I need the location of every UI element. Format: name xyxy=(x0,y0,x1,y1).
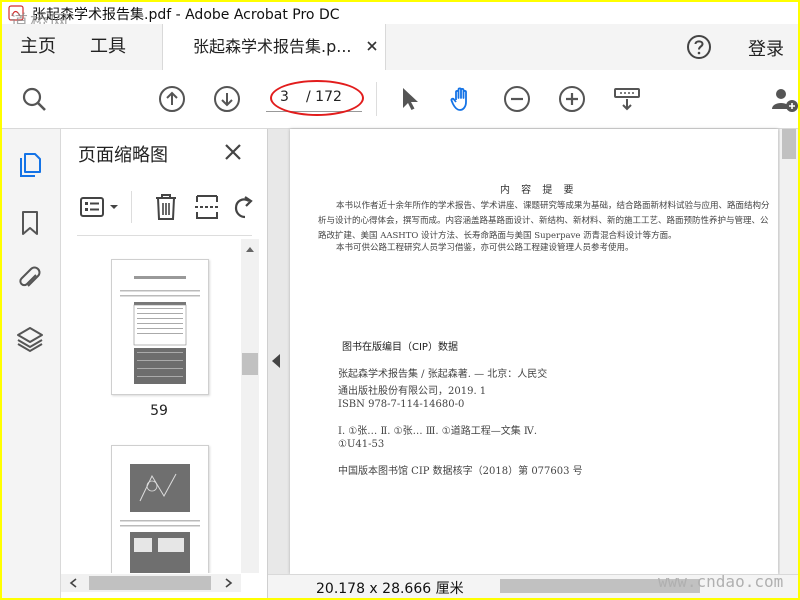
collapse-panel-arrow-icon[interactable] xyxy=(272,354,280,368)
panel-toolbar-divider xyxy=(131,191,132,223)
login-button[interactable]: 登录 xyxy=(748,24,784,76)
attachment-icon[interactable] xyxy=(16,265,44,293)
tab-document[interactable]: 张起森学术报告集.p... xyxy=(162,24,386,71)
thumbnail-scroll-thumb[interactable] xyxy=(242,353,258,375)
panel-title: 页面缩略图 xyxy=(78,145,168,166)
rotate-icon[interactable] xyxy=(231,193,255,221)
cip-line: ISBN 978-7-114-14680-0 xyxy=(338,399,465,410)
close-panel-icon[interactable] xyxy=(223,142,243,162)
acrobat-window: 张起森学术报告集.pdf - Adobe Acrobat Pro DC 道桥网 … xyxy=(2,2,798,598)
thumbnail-vertical-scrollbar[interactable] xyxy=(241,239,259,573)
hand-tool-icon[interactable] xyxy=(448,85,476,113)
tab-tools[interactable]: 工具 xyxy=(90,24,126,70)
close-tab-icon[interactable] xyxy=(365,39,379,53)
page-dimensions: 20.178 x 28.666 厘米 xyxy=(316,581,464,597)
abstract-paragraph-2: 本书可供公路工程研究人员学习借鉴，亦可供公路工程建设管理人员参考使用。 xyxy=(336,243,634,253)
thumbnail-list[interactable]: 59 xyxy=(61,239,267,573)
zoom-search-icon[interactable] xyxy=(20,85,48,113)
tab-home[interactable]: 主页 xyxy=(20,24,56,70)
extract-pages-icon[interactable] xyxy=(193,192,221,222)
thumbnail-page-60-preview xyxy=(120,464,200,573)
pdf-page: 内 容 提 要 本书以作者近十余年所作的学术报告、学术讲座、课题研究等成果为基础… xyxy=(290,129,778,574)
cip-line: ①U41-53 xyxy=(338,439,385,450)
scroll-right-icon[interactable] xyxy=(225,578,233,588)
highlight-ellipse xyxy=(270,80,364,116)
document-viewer[interactable]: 内 容 提 要 本书以作者近十余年所作的学术报告、学术讲座、课题研究等成果为基础… xyxy=(268,129,798,574)
thumbnail-page-59-preview xyxy=(120,276,200,384)
previous-page-icon[interactable] xyxy=(158,85,186,113)
thumbnail-page-60[interactable] xyxy=(111,445,209,573)
page-display-icon[interactable] xyxy=(613,85,641,113)
toolbar: 3 / 172 xyxy=(2,70,798,129)
chevron-down-icon[interactable] xyxy=(109,203,119,211)
title-bar: 张起森学术报告集.pdf - Adobe Acrobat Pro DC xyxy=(2,2,798,25)
tab-document-label: 张起森学术报告集.p... xyxy=(193,37,352,56)
thumbnail-label: 59 xyxy=(150,403,168,419)
thumbnail-page-59[interactable] xyxy=(111,259,209,395)
thumbnail-horizontal-scrollbar[interactable] xyxy=(61,574,241,592)
layers-icon[interactable] xyxy=(16,325,44,353)
cip-line: 中国版本图书馆 CIP 数据核字（2018）第 077603 号 xyxy=(338,466,583,477)
tab-bar: 主页 工具 张起森学术报告集.p... 登录 xyxy=(2,24,798,71)
panel-toolbar xyxy=(61,183,267,233)
page-thumbnails-icon[interactable] xyxy=(16,151,44,179)
toolbar-divider xyxy=(376,82,377,116)
abstract-title: 内 容 提 要 xyxy=(500,185,578,196)
cip-line: 张起森学术报告集 / 张起森著. — 北京：人民交 xyxy=(338,369,548,380)
select-arrow-icon[interactable] xyxy=(396,85,424,113)
scroll-left-icon[interactable] xyxy=(69,578,77,588)
panel-divider xyxy=(77,235,252,236)
abstract-paragraph-1: 本书以作者近十余年所作的学术报告、学术讲座、课题研究等成果为基础，结合路面新材料… xyxy=(318,201,770,241)
bookmark-icon[interactable] xyxy=(16,209,44,237)
delete-icon[interactable] xyxy=(153,192,179,222)
thumbnail-hscroll-thumb[interactable] xyxy=(89,576,211,590)
cip-line: Ⅰ. ①张… Ⅱ. ①张… Ⅲ. ①道路工程—文集 Ⅳ. xyxy=(338,426,538,437)
cip-title: 图书在版编目（CIP）数据 xyxy=(342,342,458,353)
navigation-rail xyxy=(2,129,61,598)
options-menu-icon[interactable] xyxy=(79,193,107,221)
share-user-icon[interactable] xyxy=(770,85,798,113)
zoom-in-icon[interactable] xyxy=(558,85,586,113)
zoom-out-icon[interactable] xyxy=(503,85,531,113)
document-scroll-thumb[interactable] xyxy=(782,129,796,159)
watermark-url: www.cndao.com xyxy=(658,572,784,591)
scroll-up-icon[interactable] xyxy=(245,245,255,253)
document-vertical-scrollbar[interactable] xyxy=(780,129,798,574)
help-icon[interactable] xyxy=(686,34,712,60)
next-page-icon[interactable] xyxy=(213,85,241,113)
thumbnails-panel: 页面缩略图 59 xyxy=(61,129,268,598)
cip-line: 通出版社股份有限公司，2019. 1 xyxy=(338,386,487,397)
